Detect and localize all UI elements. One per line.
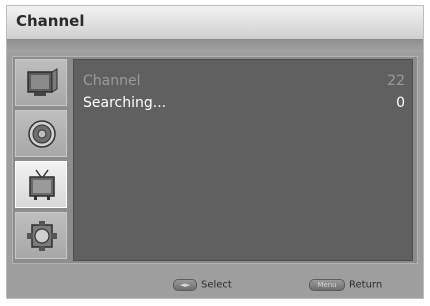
menu-row-searching[interactable]: Searching... 0 xyxy=(83,95,405,115)
menu-panel: Channel 22 Searching... 0 xyxy=(12,56,418,264)
title-bar: Channel xyxy=(7,6,423,40)
osd-window: Channel Channel 22 Searching... 0 ◄► Sel… xyxy=(6,5,424,299)
title-divider xyxy=(7,40,423,52)
sidebar-item-channel[interactable] xyxy=(15,161,67,208)
window-title: Channel xyxy=(16,12,85,30)
menu-content: Channel 22 Searching... 0 xyxy=(73,59,413,261)
sidebar-item-sound[interactable] xyxy=(15,110,67,157)
select-key-icon: ◄► xyxy=(173,279,197,291)
menu-row-label: Searching... xyxy=(83,95,167,111)
sidebar-item-picture[interactable] xyxy=(15,59,67,106)
footer-hints: ◄► Select Menu Return xyxy=(7,270,423,300)
menu-row-channel[interactable]: Channel 22 xyxy=(83,73,405,93)
menu-row-label: Channel xyxy=(83,73,141,89)
select-hint-label: Select xyxy=(201,279,232,291)
menu-key-icon: Menu xyxy=(309,279,345,291)
menu-row-value: 0 xyxy=(396,95,405,111)
select-hint: ◄► Select xyxy=(173,279,232,293)
sidebar xyxy=(15,59,69,261)
menu-row-value: 22 xyxy=(387,73,405,89)
return-hint: Menu Return xyxy=(309,279,382,293)
sidebar-item-setup[interactable] xyxy=(15,212,67,259)
return-hint-label: Return xyxy=(349,279,383,291)
